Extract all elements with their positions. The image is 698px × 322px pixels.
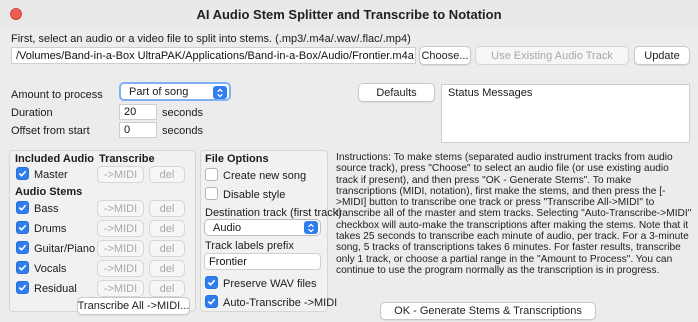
- bass-to-midi-button[interactable]: ->MIDI: [97, 200, 144, 217]
- vocals-del-button[interactable]: del: [149, 260, 185, 277]
- master-checkbox[interactable]: [16, 167, 29, 180]
- update-button[interactable]: Update: [634, 46, 690, 65]
- master-del-button[interactable]: del: [149, 166, 185, 183]
- amount-to-process-value: Part of song: [129, 85, 189, 98]
- vocals-label: Vocals: [34, 263, 67, 275]
- create-new-song-label: Create new song: [223, 170, 307, 182]
- use-existing-audio-track-button[interactable]: Use Existing Audio Track: [475, 46, 629, 65]
- create-new-song-checkbox[interactable]: [205, 168, 218, 181]
- offset-label: Offset from start: [11, 125, 90, 137]
- auto-transcribe-checkbox[interactable]: [205, 295, 218, 308]
- checkmark-icon: [18, 204, 27, 211]
- file-path-field[interactable]: /Volumes/Band-in-a-Box UltraPAK/Applicat…: [11, 47, 416, 64]
- disable-style-checkbox[interactable]: [205, 187, 218, 200]
- checkmark-icon: [207, 279, 216, 286]
- drums-del-button[interactable]: del: [149, 220, 185, 237]
- drums-to-midi-button[interactable]: ->MIDI: [97, 220, 144, 237]
- amount-to-process-select[interactable]: Part of song: [119, 82, 231, 101]
- residual-del-button[interactable]: del: [149, 280, 185, 297]
- checkmark-icon: [18, 170, 27, 177]
- checkmark-icon: [18, 224, 27, 231]
- duration-unit: seconds: [162, 107, 203, 119]
- vocals-to-midi-button[interactable]: ->MIDI: [97, 260, 144, 277]
- master-label: Master: [34, 169, 68, 181]
- file-options-header: File Options: [205, 153, 269, 165]
- status-messages-box: Status Messages: [441, 84, 690, 143]
- instructions-text: Instructions: To make stems (separated a…: [336, 152, 692, 276]
- bass-checkbox[interactable]: [16, 201, 29, 214]
- disable-style-label: Disable style: [223, 189, 286, 201]
- bass-del-button[interactable]: del: [149, 200, 185, 217]
- auto-transcribe-label: Auto-Transcribe ->MIDI: [223, 297, 338, 309]
- audio-stems-header: Audio Stems: [15, 186, 83, 198]
- guitar-piano-checkbox[interactable]: [16, 241, 29, 254]
- amount-to-process-label: Amount to process: [11, 89, 103, 101]
- residual-label: Residual: [34, 283, 77, 295]
- guitar-piano-to-midi-button[interactable]: ->MIDI: [97, 240, 144, 257]
- residual-to-midi-button[interactable]: ->MIDI: [97, 280, 144, 297]
- transcribe-header: Transcribe: [99, 153, 155, 165]
- defaults-button[interactable]: Defaults: [358, 83, 435, 102]
- updown-chevron-icon: [213, 86, 227, 99]
- ok-generate-stems-button[interactable]: OK - Generate Stems & Transcriptions: [380, 302, 596, 320]
- duration-input[interactable]: 20: [119, 104, 157, 120]
- choose-button[interactable]: Choose...: [419, 46, 471, 65]
- included-audio-header: Included Audio: [15, 153, 95, 165]
- residual-checkbox[interactable]: [16, 281, 29, 294]
- updown-chevron-icon: [304, 221, 318, 234]
- drums-label: Drums: [34, 223, 67, 235]
- status-messages-label: Status Messages: [448, 87, 533, 99]
- vocals-checkbox[interactable]: [16, 261, 29, 274]
- destination-track-select[interactable]: Audio: [204, 219, 321, 236]
- checkmark-icon: [18, 284, 27, 291]
- track-labels-prefix-label: Track labels prefix: [205, 240, 294, 252]
- duration-label: Duration: [11, 107, 53, 119]
- checkmark-icon: [207, 298, 216, 305]
- offset-unit: seconds: [162, 125, 203, 137]
- transcribe-all-button[interactable]: Transcribe All ->MIDI...: [77, 297, 190, 315]
- window-title: AI Audio Stem Splitter and Transcribe to…: [196, 7, 502, 22]
- track-labels-prefix-input[interactable]: Frontier: [204, 253, 321, 270]
- file-select-instruction: First, select an audio or a video file t…: [11, 33, 411, 45]
- drums-checkbox[interactable]: [16, 221, 29, 234]
- bass-label: Bass: [34, 203, 59, 215]
- checkmark-icon: [18, 244, 27, 251]
- guitar-piano-del-button[interactable]: del: [149, 240, 185, 257]
- preserve-wav-checkbox[interactable]: [205, 276, 218, 289]
- destination-track-label: Destination track (first track): [205, 207, 342, 219]
- master-to-midi-button[interactable]: ->MIDI: [97, 166, 144, 183]
- offset-input[interactable]: 0: [119, 122, 157, 138]
- destination-track-value: Audio: [213, 221, 242, 234]
- preserve-wav-label: Preserve WAV files: [223, 278, 317, 290]
- guitar-piano-label: Guitar/Piano: [34, 243, 96, 255]
- checkmark-icon: [18, 264, 27, 271]
